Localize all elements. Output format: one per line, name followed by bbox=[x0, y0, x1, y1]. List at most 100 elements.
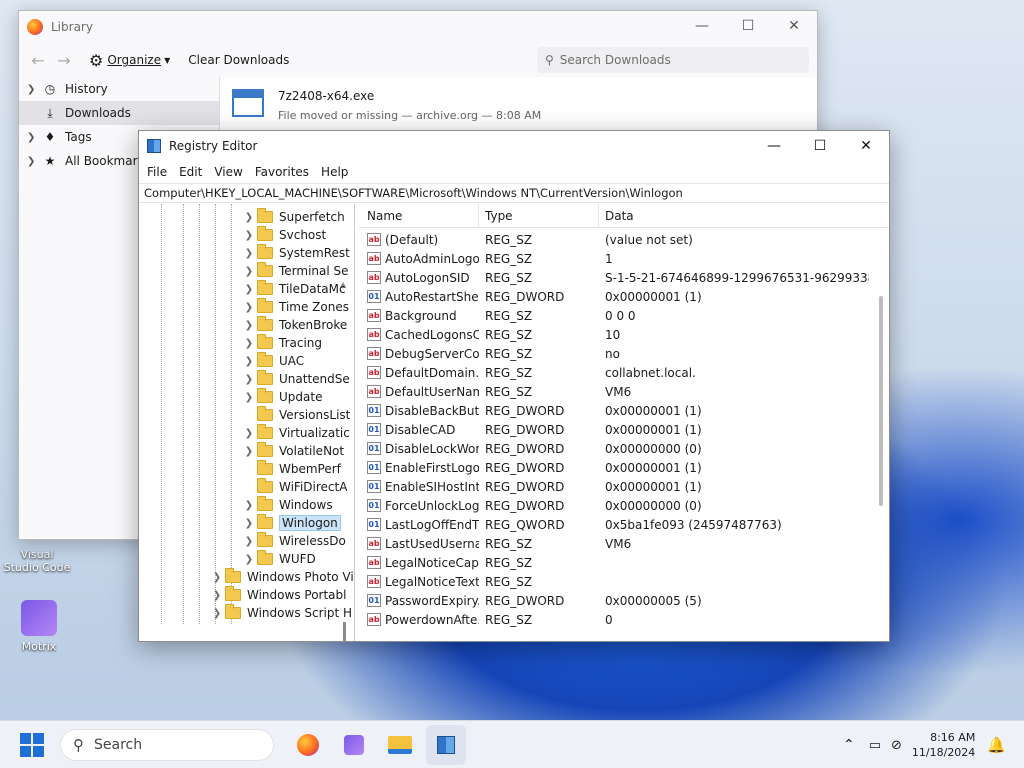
taskbar-motrix[interactable] bbox=[334, 725, 374, 765]
value-row[interactable]: 01 DisableCAD REG_DWORD 0x00000001 (1) bbox=[359, 420, 889, 439]
address-bar[interactable]: Computer\HKEY_LOCAL_MACHINE\SOFTWARE\Mic… bbox=[139, 183, 889, 203]
chevron-right-icon[interactable]: ❯ bbox=[243, 284, 255, 295]
chevron-right-icon[interactable]: ❯ bbox=[243, 500, 255, 511]
minimize-icon[interactable]: — bbox=[751, 131, 797, 161]
chevron-right-icon[interactable]: ❯ bbox=[243, 392, 255, 403]
chevron-right-icon[interactable]: ❯ bbox=[243, 446, 255, 457]
value-row[interactable]: ab AutoAdminLogon REG_SZ 1 bbox=[359, 249, 889, 268]
tree-item[interactable]: ❯ Virtualizatic bbox=[243, 424, 350, 442]
menu-file[interactable]: File bbox=[141, 165, 173, 179]
values-scrollbar[interactable] bbox=[879, 296, 883, 506]
value-row[interactable]: ab DefaultDomain... REG_SZ collabnet.local. bbox=[359, 363, 889, 382]
tree-item[interactable]: WiFiDirectA bbox=[243, 478, 347, 496]
value-row[interactable]: ab LegalNoticeCap... REG_SZ bbox=[359, 553, 889, 572]
value-row[interactable]: 01 ForceUnlockLog... REG_DWORD 0x00000000 (… bbox=[359, 496, 889, 515]
desktop-icon-vscode[interactable]: Visual Studio Code bbox=[2, 548, 72, 574]
sidebar-item-downloads[interactable]: ⤓ Downloads bbox=[19, 101, 219, 125]
value-row[interactable]: ab Background REG_SZ 0 0 0 bbox=[359, 306, 889, 325]
network-icon[interactable]: ⊘ bbox=[891, 738, 902, 753]
tree-item[interactable]: ❯ Superfetch bbox=[243, 208, 345, 226]
tree-item[interactable]: ❯ SystemRest bbox=[243, 244, 350, 262]
value-row[interactable]: 01 LastLogOffEndT... REG_QWORD 0x5ba1fe093 … bbox=[359, 515, 889, 534]
desktop-icon-motrix[interactable]: Motrix bbox=[4, 600, 74, 653]
value-row[interactable]: ab LegalNoticeText REG_SZ bbox=[359, 572, 889, 591]
tree-item[interactable]: ❯ Windows Photo Viewer bbox=[211, 568, 354, 586]
chevron-right-icon[interactable]: ❯ bbox=[243, 554, 255, 565]
maximize-icon[interactable]: ☐ bbox=[797, 131, 843, 161]
download-item[interactable]: 7z2408-x64.exe File moved or missing — a… bbox=[220, 77, 817, 134]
tree-item[interactable]: ❯ Tracing bbox=[243, 334, 322, 352]
chevron-right-icon[interactable]: ❯ bbox=[243, 356, 255, 367]
chevron-right-icon[interactable]: ❯ bbox=[243, 518, 255, 529]
tree-item[interactable]: ❯ TileDataMc bbox=[243, 280, 346, 298]
value-row[interactable]: 01 EnableSIHostInt... REG_DWORD 0x00000001 … bbox=[359, 477, 889, 496]
back-arrow-icon[interactable]: ← bbox=[25, 51, 51, 70]
menu-favorites[interactable]: Favorites bbox=[249, 165, 315, 179]
clear-downloads-button[interactable]: Clear Downloads bbox=[188, 53, 289, 67]
chevron-right-icon[interactable]: ❯ bbox=[243, 302, 255, 313]
tree-item[interactable]: ❯ Update bbox=[243, 388, 322, 406]
chevron-right-icon[interactable]: ❯ bbox=[243, 536, 255, 547]
tree-item[interactable]: ❯ Windows bbox=[243, 496, 333, 514]
value-row[interactable]: ab DefaultUserName REG_SZ VM6 bbox=[359, 382, 889, 401]
taskbar-firefox[interactable] bbox=[288, 725, 328, 765]
tree-item[interactable]: ❯ WirelessDo bbox=[243, 532, 346, 550]
start-button[interactable] bbox=[20, 732, 44, 757]
value-row[interactable]: ab LastUsedUserna... REG_SZ VM6 bbox=[359, 534, 889, 553]
value-row[interactable]: 01 EnableFirstLogo... REG_DWORD 0x00000001 … bbox=[359, 458, 889, 477]
tree-item[interactable]: ❯ VolatileNot bbox=[243, 442, 344, 460]
chevron-right-icon[interactable]: ❯ bbox=[243, 266, 255, 277]
scrollbar-thumb[interactable] bbox=[343, 622, 346, 641]
chevron-right-icon[interactable]: ❯ bbox=[243, 230, 255, 241]
tree-item[interactable]: ❯ Winlogon bbox=[243, 514, 341, 532]
chevron-up-icon[interactable]: ⌃ bbox=[843, 737, 855, 753]
chevron-right-icon[interactable]: ❯ bbox=[243, 248, 255, 259]
chevron-right-icon[interactable]: ❯ bbox=[243, 374, 255, 385]
tree-item[interactable]: ❯ Windows Script H bbox=[211, 604, 352, 622]
search-downloads-input[interactable]: ⚲ Search Downloads bbox=[537, 47, 809, 73]
tree-item[interactable]: ❯ Time Zones bbox=[243, 298, 349, 316]
value-row[interactable]: ab AutoLogonSID REG_SZ S-1-5-21-674646899-1… bbox=[359, 268, 889, 287]
menu-edit[interactable]: Edit bbox=[173, 165, 208, 179]
value-row[interactable]: 01 PasswordExpiry... REG_DWORD 0x00000005 (… bbox=[359, 591, 889, 610]
notification-bell-icon[interactable]: 🔔 bbox=[987, 736, 1006, 754]
chevron-right-icon[interactable]: ❯ bbox=[211, 608, 223, 619]
menu-help[interactable]: Help bbox=[315, 165, 354, 179]
column-data[interactable]: Data bbox=[599, 204, 869, 227]
chevron-right-icon[interactable]: ❯ bbox=[211, 590, 223, 601]
maximize-icon[interactable]: ☐ bbox=[725, 11, 771, 41]
taskbar-search[interactable]: ⚲ Search bbox=[60, 728, 274, 761]
forward-arrow-icon[interactable]: → bbox=[51, 51, 77, 70]
organize-button[interactable]: ⚙ Organize ▼ bbox=[89, 51, 170, 70]
tree-item[interactable]: ❯ Terminal Se bbox=[243, 262, 349, 280]
value-row[interactable]: 01 DisableBackButt... REG_DWORD 0x00000001 … bbox=[359, 401, 889, 420]
tree-item[interactable]: ❯ TokenBroke bbox=[243, 316, 347, 334]
tree-item[interactable]: WbemPerf bbox=[243, 460, 341, 478]
value-row[interactable]: 01 AutoRestartShell REG_DWORD 0x00000001 (1… bbox=[359, 287, 889, 306]
column-type[interactable]: Type bbox=[479, 204, 599, 227]
tree-item[interactable]: ❯ UAC bbox=[243, 352, 304, 370]
tree-item[interactable]: ❯ WUFD bbox=[243, 550, 316, 568]
value-row[interactable]: ab PowerdownAfte... REG_SZ 0 bbox=[359, 610, 889, 629]
value-row[interactable]: ab DebugServerCo... REG_SZ no bbox=[359, 344, 889, 363]
column-name[interactable]: Name bbox=[359, 204, 479, 227]
minimize-icon[interactable]: — bbox=[679, 11, 725, 41]
tree-item[interactable]: ❯ UnattendSe bbox=[243, 370, 350, 388]
menu-view[interactable]: View bbox=[208, 165, 248, 179]
taskbar-registry-editor[interactable] bbox=[426, 724, 466, 765]
taskbar-file-explorer[interactable] bbox=[380, 725, 420, 765]
chevron-right-icon[interactable]: ❯ bbox=[243, 338, 255, 349]
value-row[interactable]: 01 DisableLockWor... REG_DWORD 0x00000000 (… bbox=[359, 439, 889, 458]
chevron-right-icon[interactable]: ❯ bbox=[243, 212, 255, 223]
tree-item[interactable]: ❯ Windows Portabl bbox=[211, 586, 346, 604]
close-icon[interactable]: ✕ bbox=[771, 11, 817, 41]
chevron-right-icon[interactable]: ❯ bbox=[211, 572, 223, 583]
value-row[interactable]: ab CachedLogonsC... REG_SZ 10 bbox=[359, 325, 889, 344]
value-row[interactable]: ab (Default) REG_SZ (value not set) bbox=[359, 230, 889, 249]
display-icon[interactable]: ▭ bbox=[869, 738, 881, 753]
sidebar-item-history[interactable]: ❯ ◷ History bbox=[19, 77, 219, 101]
clock[interactable]: 8:16 AM 11/18/2024 bbox=[912, 730, 975, 760]
chevron-right-icon[interactable]: ❯ bbox=[243, 320, 255, 331]
chevron-right-icon[interactable]: ❯ bbox=[243, 428, 255, 439]
tree-item[interactable]: ❯ Svchost bbox=[243, 226, 326, 244]
